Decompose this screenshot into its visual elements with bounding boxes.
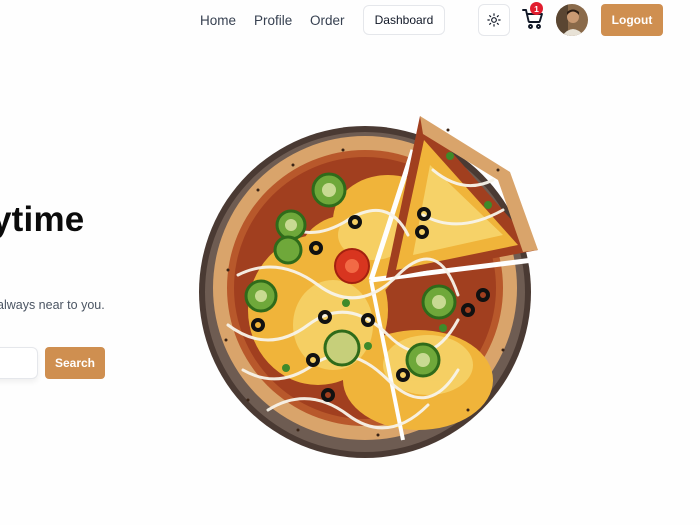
- search-button[interactable]: Search: [45, 347, 105, 379]
- search-input[interactable]: [0, 347, 38, 379]
- hero-headline: ytime: [0, 200, 85, 239]
- nav-link-order[interactable]: Order: [310, 12, 345, 30]
- dashboard-button[interactable]: Dashboard: [363, 5, 445, 35]
- theme-toggle-button[interactable]: [478, 4, 510, 36]
- logout-button[interactable]: Logout: [601, 4, 663, 36]
- nav-link-profile[interactable]: Profile: [254, 12, 292, 30]
- cart-count-badge: 1: [530, 2, 543, 15]
- avatar[interactable]: [556, 4, 588, 36]
- sun-icon: [487, 13, 501, 27]
- nav-link-home[interactable]: Home: [200, 12, 236, 30]
- hero-subtext: always near to you.: [0, 298, 105, 312]
- pizza-image: [199, 116, 538, 458]
